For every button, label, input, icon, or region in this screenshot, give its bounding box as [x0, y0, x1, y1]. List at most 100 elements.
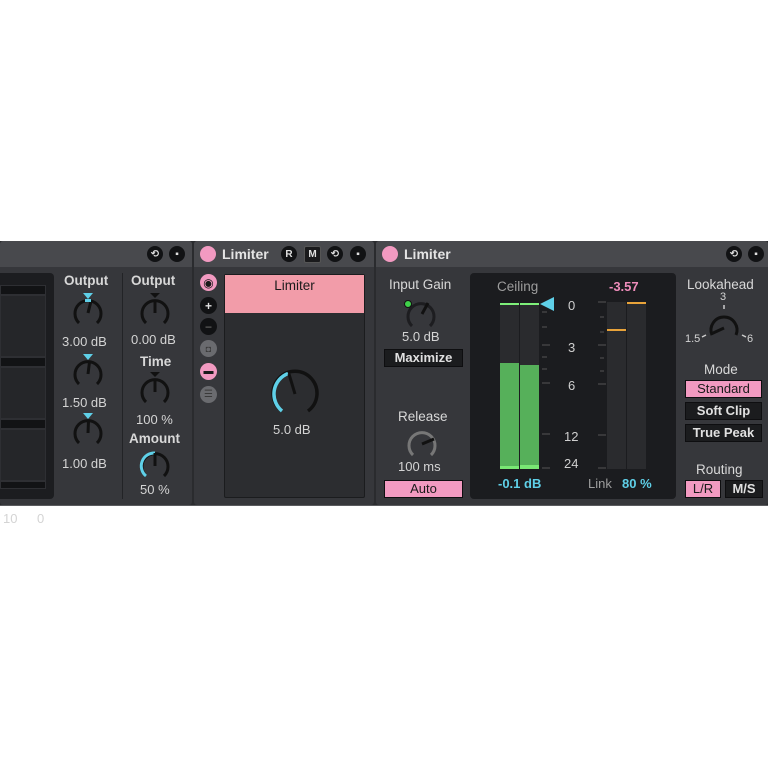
input-gain-knob[interactable] — [402, 295, 440, 331]
release-value: 100 ms — [398, 459, 441, 474]
gr-meter-right — [627, 302, 646, 469]
hot-swap-icon[interactable]: ⟲ — [327, 246, 343, 262]
link-label: Link — [588, 476, 612, 491]
ceiling-value[interactable]: -0.1 dB — [498, 476, 541, 491]
device-list-icon[interactable]: ☰ — [200, 386, 217, 403]
peak-segment — [520, 465, 539, 469]
band-output-knob[interactable] — [70, 354, 106, 390]
lookahead-tick-label: 3 — [720, 291, 727, 303]
meter-scale-label: 24 — [564, 456, 579, 471]
meter-scale-label: 3 — [568, 340, 576, 355]
auto-release-button[interactable]: Auto — [384, 480, 463, 498]
macro-value: 5.0 dB — [273, 422, 311, 437]
lookahead-label: Lookahead — [687, 277, 754, 292]
marker-icon — [83, 354, 93, 360]
input-meter-left — [500, 303, 519, 469]
ceiling-label: Ceiling — [497, 279, 539, 294]
meter-scale-label: 6 — [568, 378, 576, 393]
gr-peak-value: -3.57 — [609, 279, 639, 294]
output-label: Output — [131, 273, 176, 288]
band-output-value: 1.50 dB — [62, 395, 107, 410]
rack-r-button[interactable]: R — [281, 246, 297, 262]
input-gain-label: Input Gain — [389, 277, 452, 292]
device-limiter: Limiter ⟲ ▪ Input Gain 5.0 dB Maximize R… — [376, 241, 768, 505]
hot-swap-icon[interactable]: ⟲ — [726, 246, 742, 262]
gr-peak-line — [607, 329, 626, 331]
input-gain-value: 5.0 dB — [402, 329, 440, 344]
status-led-icon — [404, 300, 412, 308]
device-header: Limiter R M ⟲ ▪ — [194, 241, 374, 267]
output-knob[interactable] — [137, 293, 173, 329]
meter-scale-ticks — [542, 311, 550, 469]
device-power-toggle[interactable] — [200, 246, 216, 262]
mode-soft-clip-button[interactable]: Soft Clip — [685, 402, 762, 420]
hot-swap-icon[interactable]: ⟲ — [147, 246, 163, 262]
device-title: Limiter — [222, 246, 269, 262]
input-level-fill — [500, 362, 519, 469]
meter-panel: Ceiling 0 3 6 12 24 -3.57 -0.1 dB Link 8… — [470, 273, 676, 499]
mode-true-peak-button[interactable]: True Peak — [685, 424, 762, 442]
release-knob[interactable] — [403, 424, 441, 460]
rack-m-button[interactable]: M — [304, 246, 321, 263]
macro-panel: Limiter 5.0 dB — [224, 274, 365, 498]
device-power-toggle[interactable] — [382, 246, 398, 262]
band-area — [0, 295, 46, 357]
gr-meter-left — [607, 302, 626, 469]
marker-icon — [83, 293, 93, 299]
macro-map-icon[interactable]: ◉ — [200, 274, 217, 291]
divider — [122, 273, 123, 499]
input-level-fill — [520, 364, 539, 469]
band-row — [0, 481, 46, 489]
band-area — [0, 367, 46, 419]
band-display: 10 0 — [0, 273, 54, 526]
band-row — [0, 285, 46, 295]
output-label: Output — [64, 273, 109, 288]
time-label: Time — [140, 354, 172, 369]
ceiling-line — [500, 303, 519, 305]
mode-standard-button[interactable]: Standard — [685, 380, 762, 398]
time-knob[interactable] — [137, 372, 173, 408]
routing-ms-button[interactable]: M/S — [725, 480, 763, 498]
add-macro-icon[interactable]: + — [200, 297, 217, 314]
amount-value: 50 % — [140, 482, 170, 497]
save-icon[interactable]: ▪ — [748, 246, 764, 262]
marker-icon — [83, 413, 93, 419]
peak-segment — [500, 466, 519, 469]
gr-peak-line — [627, 302, 646, 304]
maximize-button[interactable]: Maximize — [384, 349, 463, 367]
device-header: ⟲ ▪ — [0, 241, 192, 267]
device-multiband: ⟲ ▪ 10 0 Output 3.00 dB 1.50 dB 1.00 dB … — [0, 241, 192, 526]
output-value: 0.00 dB — [131, 332, 176, 347]
amount-knob[interactable] — [137, 446, 173, 482]
device-header: Limiter ⟲ ▪ — [376, 241, 768, 267]
lookahead-knob[interactable] — [696, 305, 752, 341]
mode-label: Mode — [704, 362, 738, 377]
device-rack: ⟲ ▪ 10 0 Output 3.00 dB 1.50 dB 1.00 dB … — [0, 241, 768, 526]
snapshot-icon[interactable]: ◘ — [200, 340, 217, 357]
macro-knob[interactable] — [269, 368, 321, 420]
macro-name: Limiter — [274, 278, 315, 293]
chain-list-icon[interactable]: ▬ — [200, 363, 217, 380]
device-limiter-rack: Limiter R M ⟲ ▪ ◉ + − ◘ ▬ ☰ Limiter 5.0 … — [194, 241, 374, 505]
band-output-knob[interactable] — [70, 413, 106, 449]
save-icon[interactable]: ▪ — [350, 246, 366, 262]
band-output-value: 3.00 dB — [62, 334, 107, 349]
scale-label: 10 — [3, 511, 18, 526]
amount-label: Amount — [129, 431, 180, 446]
meter-scale-label: 0 — [568, 298, 576, 313]
band-row — [0, 419, 46, 429]
device-title: Limiter — [404, 246, 451, 262]
scale-label: 0 — [37, 511, 45, 526]
macro-name-bar: Limiter — [225, 275, 364, 313]
meter-scale-label: 12 — [564, 429, 579, 444]
release-label: Release — [398, 409, 448, 424]
band-area — [0, 429, 46, 481]
band-output-value: 1.00 dB — [62, 456, 107, 471]
remove-macro-icon[interactable]: − — [200, 318, 217, 335]
band-output-knob[interactable] — [70, 293, 106, 329]
save-icon[interactable]: ▪ — [169, 246, 185, 262]
time-value: 100 % — [136, 412, 173, 427]
routing-label: Routing — [696, 462, 743, 477]
routing-lr-button[interactable]: L/R — [685, 480, 721, 498]
link-value[interactable]: 80 % — [622, 476, 652, 491]
